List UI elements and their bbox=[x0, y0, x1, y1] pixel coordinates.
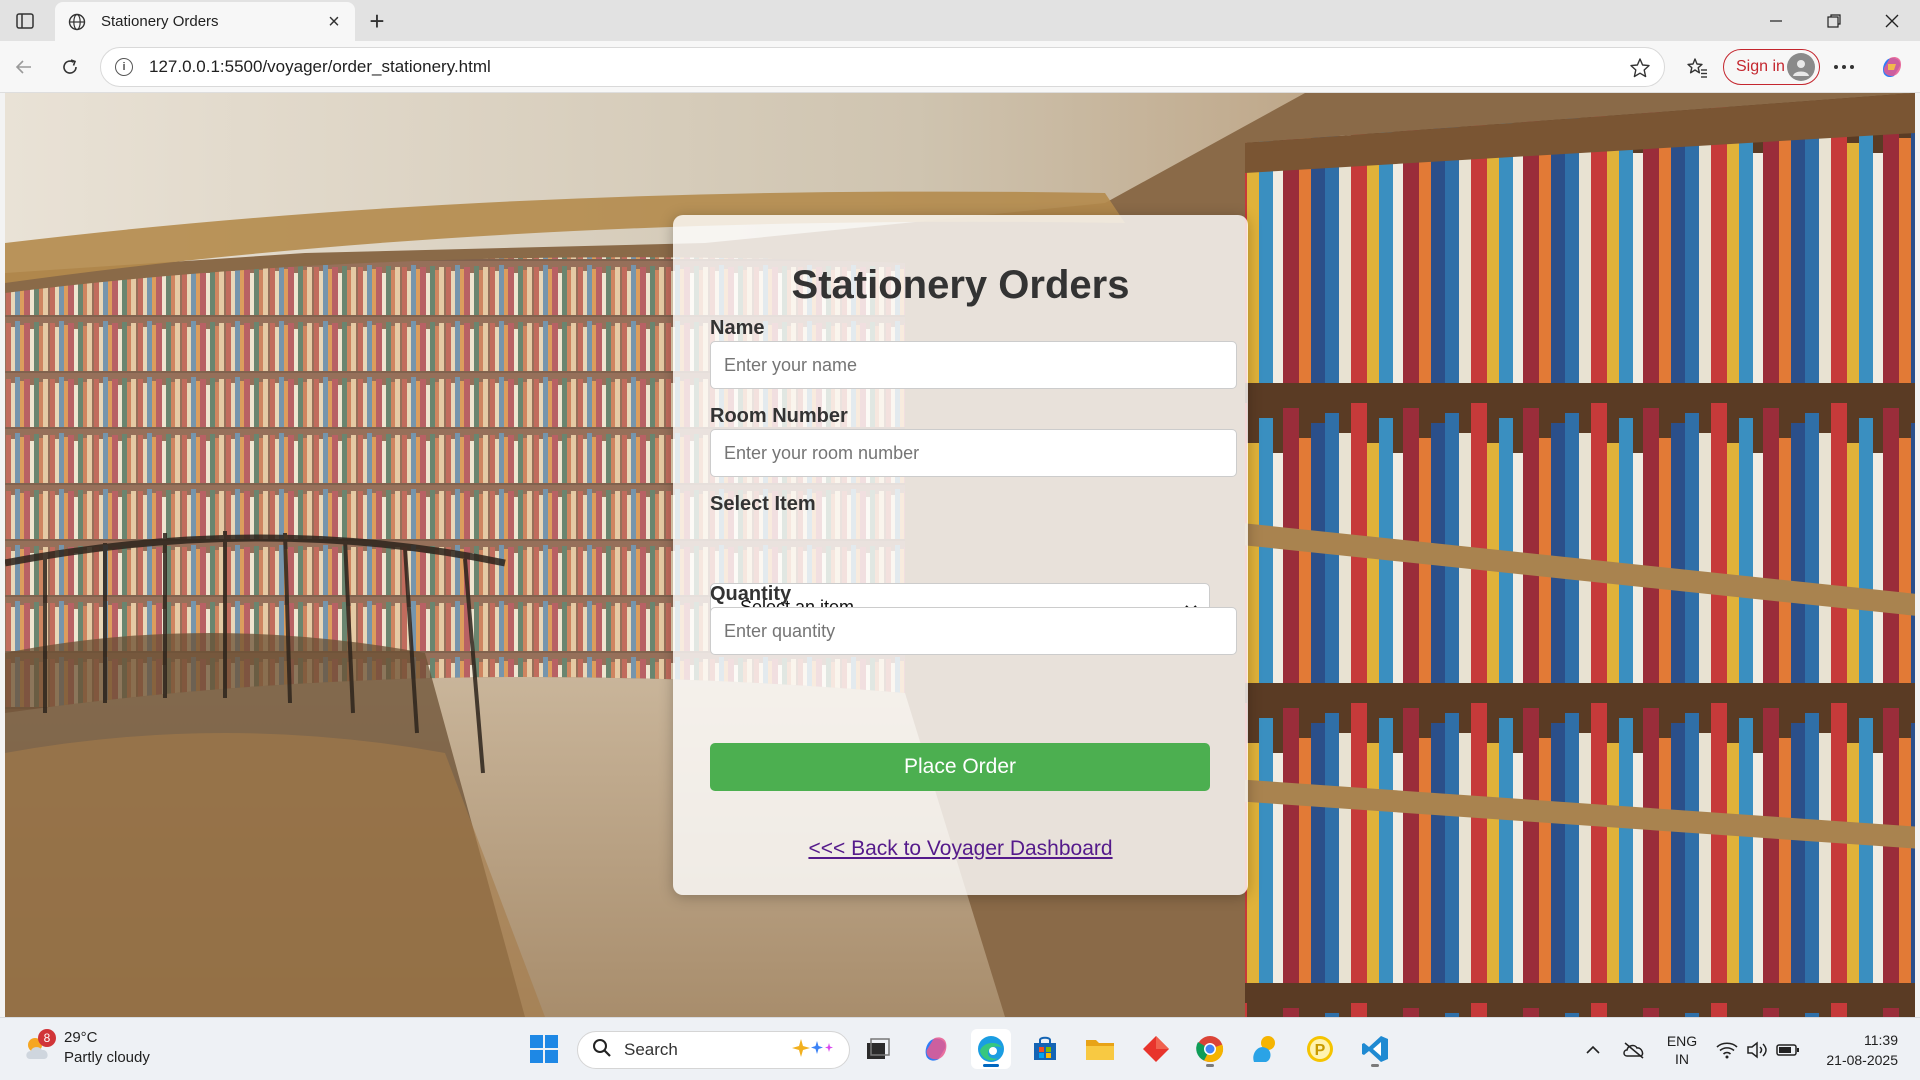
show-hidden-icons-chevron-icon[interactable] bbox=[1580, 1018, 1606, 1080]
quantity-input[interactable] bbox=[710, 607, 1237, 655]
minimize-icon[interactable] bbox=[1752, 4, 1800, 38]
tab-actions-icon[interactable] bbox=[10, 8, 40, 34]
yellow-p-app-icon[interactable]: P bbox=[1300, 1029, 1340, 1069]
close-tab-icon[interactable]: × bbox=[323, 11, 345, 33]
search-icon bbox=[592, 1038, 612, 1063]
windows-taskbar: 8 29°C Partly cloudy Search P ENG IN 11:… bbox=[0, 1017, 1920, 1080]
quantity-label: Quantity bbox=[710, 583, 792, 605]
close-window-icon[interactable] bbox=[1868, 4, 1916, 38]
browser-tab-active[interactable]: Stationery Orders × bbox=[55, 2, 355, 41]
running-app-indicator bbox=[1206, 1064, 1214, 1067]
sign-in-label: Sign in bbox=[1736, 58, 1785, 75]
place-order-button[interactable]: Place Order bbox=[710, 743, 1210, 791]
favorite-star-icon[interactable] bbox=[1628, 56, 1652, 80]
weather-app-icon[interactable] bbox=[1245, 1029, 1285, 1069]
address-bar[interactable]: i 127.0.0.1:5500/voyager/order_stationer… bbox=[100, 47, 1665, 87]
clock-date: 21-08-2025 bbox=[1826, 1052, 1898, 1068]
room-number-label: Room Number bbox=[710, 405, 848, 427]
chrome-icon[interactable] bbox=[1190, 1029, 1230, 1069]
room-number-input[interactable] bbox=[710, 429, 1237, 477]
url-text: 127.0.0.1:5500/voyager/order_stationery.… bbox=[149, 57, 491, 76]
back-arrow-icon[interactable] bbox=[8, 51, 40, 83]
back-to-dashboard-link[interactable]: <<< Back to Voyager Dashboard bbox=[673, 837, 1248, 861]
language-indicator[interactable]: ENG IN bbox=[1662, 1018, 1702, 1080]
weather-widget[interactable]: 8 29°C Partly cloudy bbox=[22, 1028, 150, 1068]
restore-icon[interactable] bbox=[1810, 4, 1858, 38]
microsoft-store-icon[interactable] bbox=[1025, 1029, 1065, 1069]
more-options-icon[interactable] bbox=[1828, 51, 1860, 83]
weather-temp: 29°C bbox=[64, 1029, 98, 1046]
refresh-icon[interactable] bbox=[54, 51, 86, 83]
copilot-app-icon[interactable] bbox=[916, 1029, 956, 1069]
sign-in-button[interactable]: Sign in bbox=[1723, 49, 1820, 85]
select-item-label: Select Item bbox=[710, 493, 816, 515]
search-label: Search bbox=[624, 1040, 678, 1059]
file-explorer-icon[interactable] bbox=[1080, 1029, 1120, 1069]
page-viewport: Stationery Orders Name Room Number Selec… bbox=[5, 93, 1915, 1017]
vscode-icon[interactable] bbox=[1355, 1029, 1395, 1069]
site-info-icon[interactable]: i bbox=[115, 58, 133, 76]
globe-icon bbox=[67, 12, 87, 32]
favorites-icon[interactable] bbox=[1681, 51, 1713, 83]
browser-tab-bar: Stationery Orders × + bbox=[0, 0, 1920, 41]
name-label: Name bbox=[710, 317, 765, 339]
page-title: Stationery Orders bbox=[791, 263, 1130, 307]
new-tab-icon[interactable]: + bbox=[363, 6, 391, 36]
partly-cloudy-icon: 8 bbox=[22, 1029, 56, 1065]
system-clock[interactable]: 11:39 21-08-2025 bbox=[1826, 1030, 1898, 1070]
avatar-icon bbox=[1787, 53, 1815, 81]
sparkle-icon bbox=[791, 1037, 835, 1064]
start-menu-icon[interactable] bbox=[524, 1029, 564, 1069]
order-form-card: Stationery Orders Name Room Number Selec… bbox=[673, 215, 1248, 895]
taskbar-search[interactable]: Search bbox=[577, 1031, 850, 1069]
wifi-icon[interactable] bbox=[1714, 1018, 1740, 1080]
clock-time: 11:39 bbox=[1864, 1032, 1898, 1048]
task-view-icon[interactable] bbox=[858, 1029, 898, 1069]
browser-toolbar: i 127.0.0.1:5500/voyager/order_stationer… bbox=[0, 41, 1920, 93]
running-app-indicator bbox=[1371, 1064, 1379, 1067]
weather-desc: Partly cloudy bbox=[64, 1049, 150, 1066]
battery-icon[interactable] bbox=[1774, 1018, 1802, 1080]
svg-text:P: P bbox=[1315, 1042, 1326, 1059]
onedrive-offline-icon[interactable] bbox=[1620, 1018, 1648, 1080]
edge-browser-icon[interactable] bbox=[971, 1029, 1011, 1069]
weather-badge: 8 bbox=[38, 1029, 56, 1047]
active-app-indicator bbox=[983, 1064, 999, 1067]
tab-title: Stationery Orders bbox=[101, 13, 219, 30]
copilot-icon[interactable] bbox=[1876, 51, 1908, 83]
language-line2: IN bbox=[1675, 1050, 1689, 1067]
volume-icon[interactable] bbox=[1744, 1018, 1770, 1080]
red-diamond-app-icon[interactable] bbox=[1136, 1029, 1176, 1069]
name-input[interactable] bbox=[710, 341, 1237, 389]
language-line1: ENG bbox=[1666, 1032, 1698, 1049]
